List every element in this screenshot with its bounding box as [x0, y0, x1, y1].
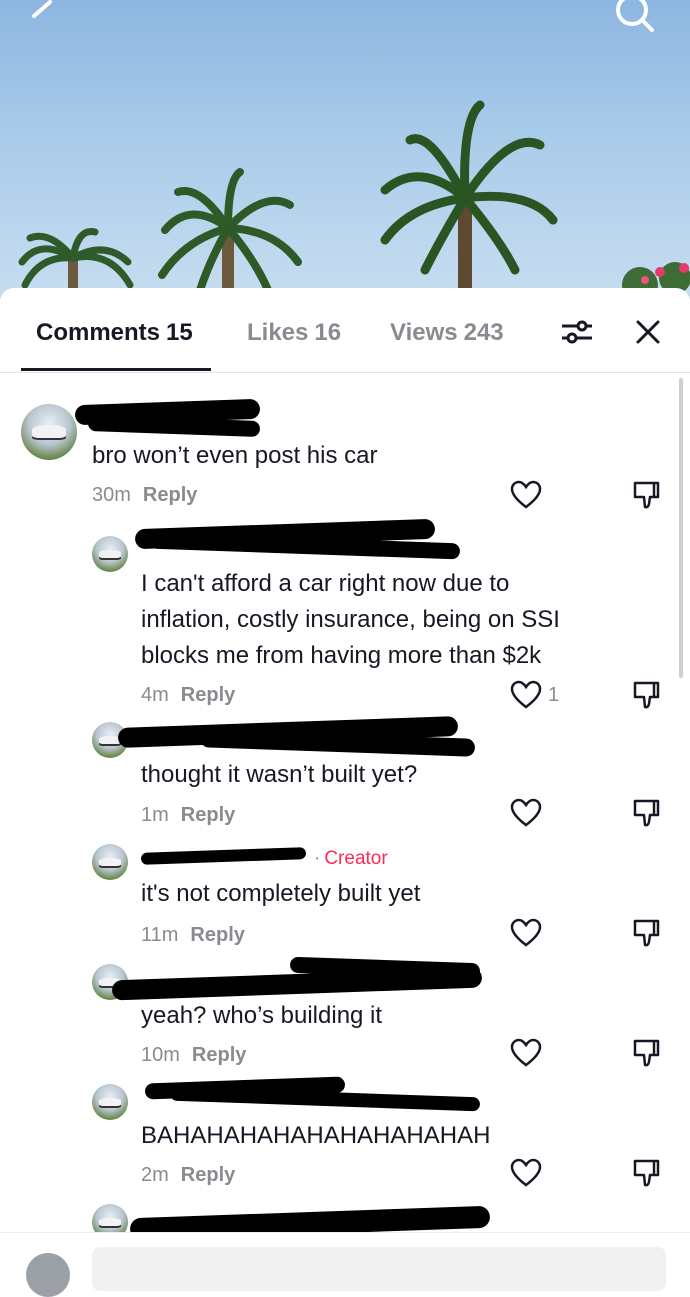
tab-bar: Comments 15 Likes 16 Views 243	[0, 288, 690, 373]
tab-comments-label: Comments	[36, 319, 161, 346]
search-icon[interactable]	[612, 0, 656, 36]
back-chevron-icon[interactable]	[28, 0, 56, 32]
tab-views[interactable]: Views 243	[390, 318, 504, 348]
my-avatar	[26, 1253, 70, 1297]
tab-comments-count: 15	[166, 319, 193, 346]
heart-outline-icon[interactable]	[510, 1158, 542, 1188]
comment-time: 11m	[141, 924, 179, 946]
reply-button[interactable]: Reply	[143, 484, 197, 506]
comment-text: it's not completely built yet	[141, 880, 421, 907]
reply-button[interactable]: Reply	[181, 804, 235, 826]
avatar[interactable]	[92, 536, 128, 572]
avatar[interactable]	[21, 404, 77, 460]
tab-likes-label: Likes	[247, 319, 309, 346]
comment-input-bar	[0, 1232, 690, 1297]
reply-button[interactable]: Reply	[181, 684, 235, 706]
thumbs-down-icon[interactable]	[632, 680, 664, 710]
comment-meta: 4m Reply	[141, 684, 235, 707]
tab-comments[interactable]: Comments 15	[36, 318, 193, 348]
heart-outline-icon[interactable]	[510, 918, 542, 948]
tab-views-label: Views	[390, 319, 458, 346]
comment-text: I can't afford a car right now due to in…	[141, 570, 560, 669]
comment-meta: 30m Reply	[92, 484, 197, 507]
heart-outline-icon[interactable]	[510, 480, 542, 510]
comment-meta: 2m Reply	[141, 1164, 235, 1187]
comment-time: 1m	[141, 804, 169, 826]
comment-text: bro won’t even post his car	[92, 442, 378, 469]
comment-text: thought it wasn’t built yet?	[141, 761, 418, 788]
creator-tag: · Creator	[314, 848, 388, 869]
heart-outline-icon[interactable]	[510, 798, 542, 828]
comment-time: 30m	[92, 484, 131, 506]
close-icon[interactable]	[634, 318, 662, 346]
comment-meta: 10m Reply	[141, 1044, 246, 1067]
reply-button[interactable]: Reply	[190, 924, 244, 946]
tab-likes-count: 16	[314, 319, 342, 346]
tab-likes[interactable]: Likes 16	[247, 318, 341, 348]
comment-time: 2m	[141, 1164, 169, 1186]
comment-text: BAHAHAHAHAHAHAHAHAHAH	[141, 1122, 491, 1149]
comment-time: 10m	[141, 1044, 180, 1066]
video-background	[0, 0, 690, 300]
comment-time: 4m	[141, 684, 169, 706]
thumbs-down-icon[interactable]	[632, 798, 664, 828]
comment-meta: 11m Reply	[141, 924, 245, 947]
palm-trees-image	[18, 100, 690, 300]
comment-meta: 1m Reply	[141, 804, 235, 827]
thumbs-down-icon[interactable]	[632, 480, 664, 510]
creator-badge: Creator	[324, 848, 388, 869]
thumbs-down-icon[interactable]	[632, 918, 664, 948]
active-tab-indicator	[21, 368, 211, 371]
like-count: 1	[548, 684, 560, 706]
avatar[interactable]	[92, 844, 128, 880]
comments-sheet: Comments 15 Likes 16 Views 243 bro won’t ev…	[0, 288, 690, 1263]
avatar[interactable]	[92, 1084, 128, 1120]
filter-sliders-icon[interactable]	[560, 318, 594, 346]
thumbs-down-icon[interactable]	[632, 1038, 664, 1068]
tab-views-count: 243	[463, 319, 504, 346]
heart-outline-icon[interactable]	[510, 680, 542, 710]
comment-text: yeah? who’s building it	[141, 1002, 383, 1029]
thumbs-down-icon[interactable]	[632, 1158, 664, 1188]
reply-button[interactable]: Reply	[181, 1164, 235, 1186]
reply-button[interactable]: Reply	[192, 1044, 246, 1066]
redaction-mark	[140, 847, 307, 865]
heart-outline-icon[interactable]	[510, 1038, 542, 1068]
comment-input[interactable]	[92, 1247, 666, 1291]
scrollbar[interactable]	[679, 378, 683, 678]
